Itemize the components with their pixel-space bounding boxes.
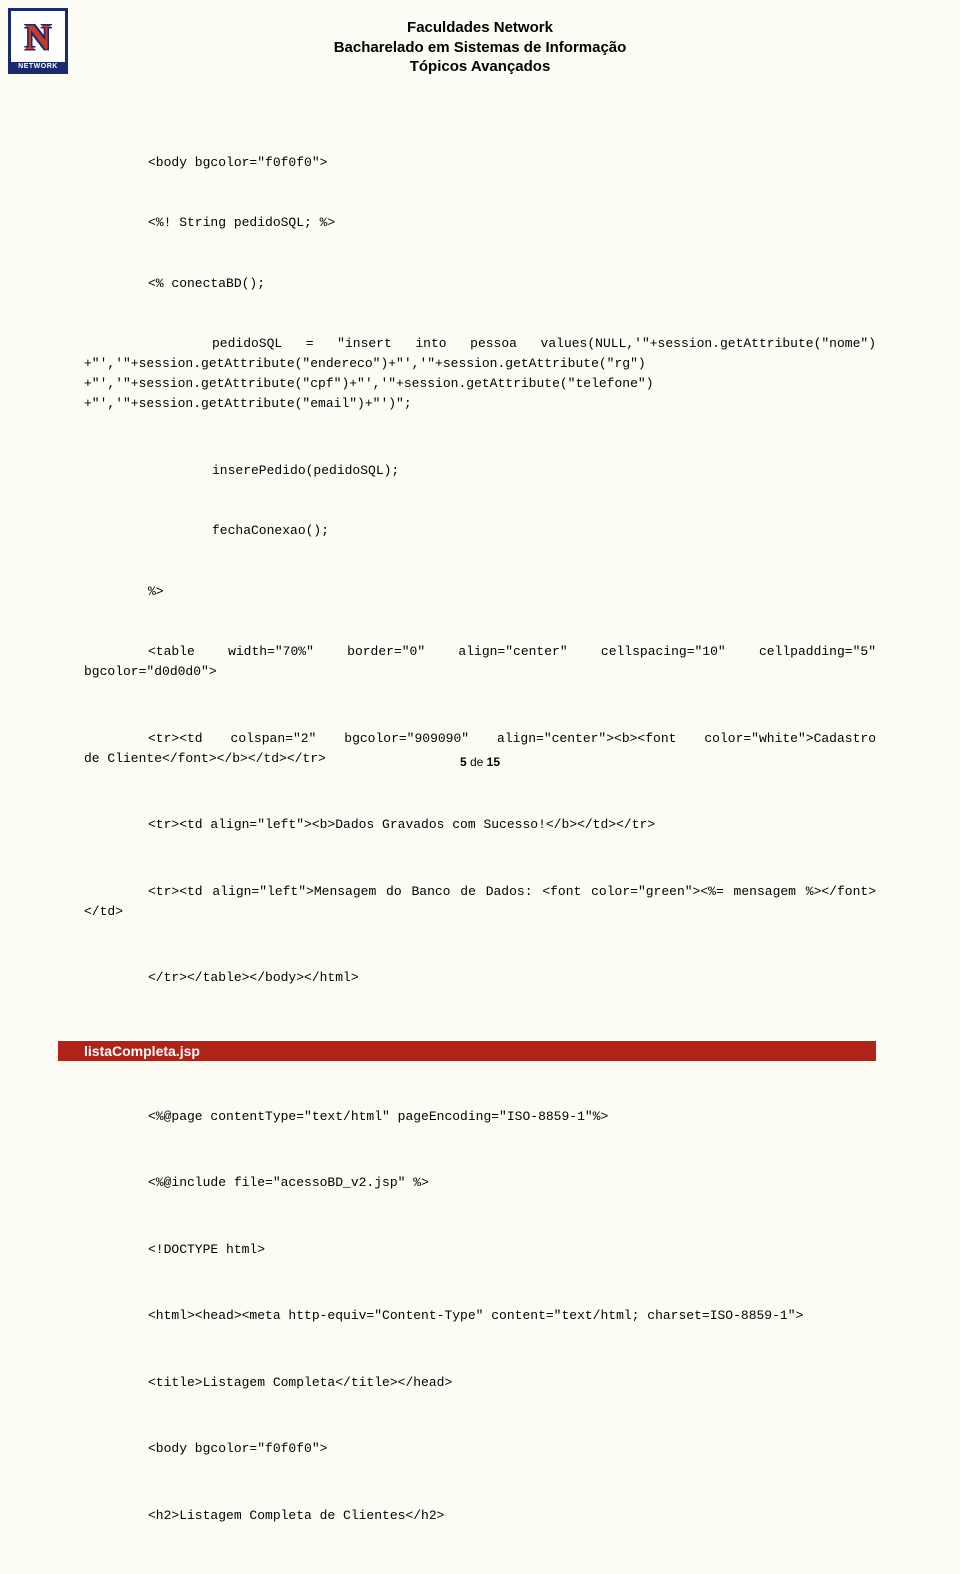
code-line: <table width="70%" border="0" align="cen… bbox=[84, 642, 876, 682]
code-line: fechaConexao(); bbox=[84, 521, 876, 541]
code-line: <!DOCTYPE html> bbox=[84, 1240, 876, 1260]
code-line: <%@include file="acessoBD_v2.jsp" %> bbox=[84, 1173, 876, 1193]
code-line: <tr><td align="left">Mensagem do Banco d… bbox=[84, 882, 876, 922]
code-block-2: <%@page contentType="text/html" pageEnco… bbox=[84, 1067, 876, 1574]
code-line: <tr><td align="left"><b>Dados Gravados c… bbox=[84, 815, 876, 835]
code-line: <body bgcolor="f0f0f0"> bbox=[84, 153, 876, 173]
code-line: <html><head><meta http-equiv="Content-Ty… bbox=[84, 1306, 876, 1326]
code-line: inserePedido(pedidoSQL); bbox=[84, 461, 876, 481]
code-line: <%! String pedidoSQL; %> bbox=[84, 213, 876, 233]
page-total: 15 bbox=[487, 755, 500, 769]
code-line: <title>Listagem Completa</title></head> bbox=[84, 1373, 876, 1393]
code-line: <p>Esta página realiza a consulta de tod… bbox=[84, 1572, 876, 1574]
code-line: <h2>Listagem Completa de Clientes</h2> bbox=[84, 1506, 876, 1526]
footer: 5 de 15 bbox=[0, 755, 960, 769]
code-line: <body bgcolor="f0f0f0"> bbox=[84, 1439, 876, 1459]
logo-top: N bbox=[11, 11, 65, 62]
header-line-3: Tópicos Avançados bbox=[84, 57, 876, 77]
logo: N NETWORK bbox=[8, 8, 68, 74]
code-line: <%@page contentType="text/html" pageEnco… bbox=[84, 1107, 876, 1127]
code-block-1: <body bgcolor="f0f0f0"> <%! String pedid… bbox=[84, 113, 876, 1035]
code-line: %> bbox=[84, 582, 876, 602]
logo-letter: N bbox=[25, 19, 51, 55]
section-title: listaCompleta.jsp bbox=[64, 1043, 200, 1059]
code-line: pedidoSQL = "insert into pessoa values(N… bbox=[84, 334, 876, 415]
header-line-1: Faculdades Network bbox=[84, 18, 876, 38]
page-sep: de bbox=[467, 755, 487, 769]
header: Faculdades Network Bacharelado em Sistem… bbox=[84, 18, 876, 77]
section-bar: listaCompleta.jsp bbox=[58, 1041, 876, 1061]
code-line: <% conectaBD(); bbox=[84, 274, 876, 294]
page-current: 5 bbox=[460, 755, 467, 769]
code-line: </tr></table></body></html> bbox=[84, 968, 876, 988]
header-line-2: Bacharelado em Sistemas de Informação bbox=[84, 38, 876, 58]
logo-label: NETWORK bbox=[11, 62, 65, 71]
page: N NETWORK Faculdades Network Bacharelado… bbox=[0, 0, 960, 787]
